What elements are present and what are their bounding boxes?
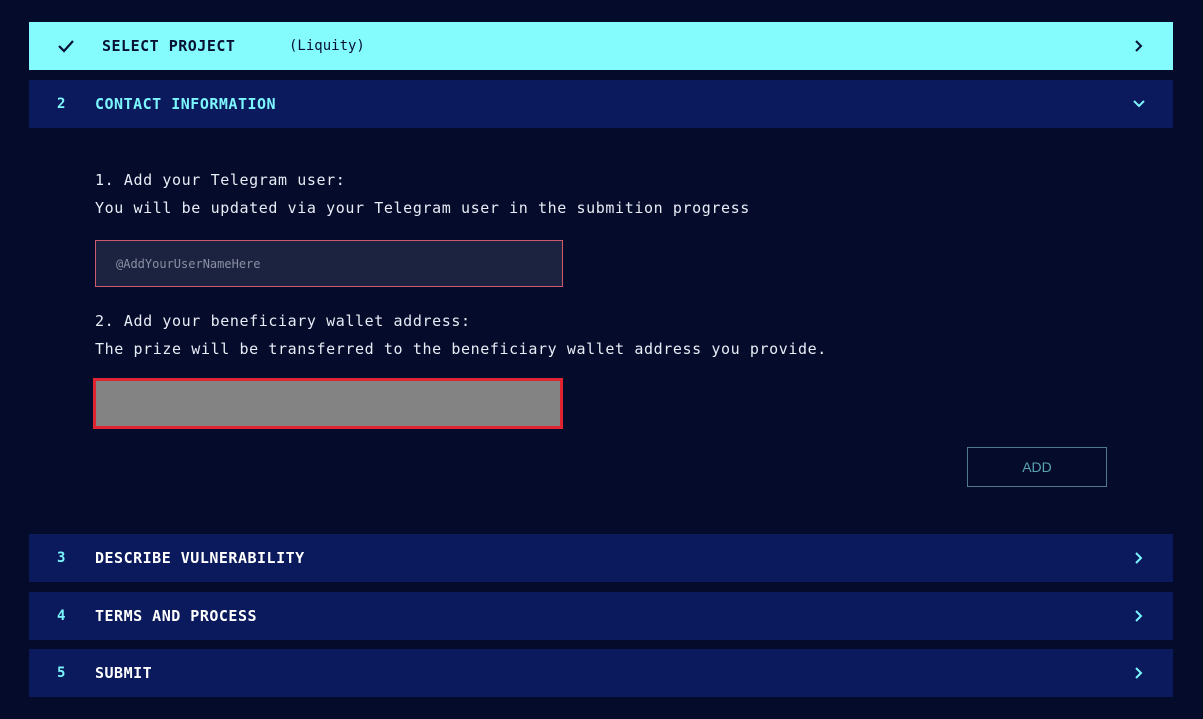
step-label: DESCRIBE VULNERABILITY	[95, 549, 305, 567]
telegram-title: 1. Add your Telegram user:	[95, 171, 346, 189]
contact-information-panel: 1. Add your Telegram user: You will be u…	[29, 128, 1173, 526]
chevron-down-icon	[1133, 100, 1145, 108]
step-label: TERMS AND PROCESS	[95, 607, 258, 625]
chevron-right-icon	[1135, 552, 1143, 564]
step-contact-information[interactable]: 2 CONTACT INFORMATION	[29, 80, 1173, 128]
check-icon	[58, 40, 74, 53]
step-label: SELECT PROJECT	[102, 37, 236, 55]
wallet-title: 2. Add your beneficiary wallet address:	[95, 312, 471, 330]
telegram-description: You will be updated via your Telegram us…	[95, 199, 750, 217]
step-label: SUBMIT	[95, 664, 153, 682]
selected-project-name: (Liquity)	[289, 38, 365, 54]
step-describe-vulnerability[interactable]: 3 DESCRIBE VULNERABILITY	[29, 534, 1173, 582]
telegram-input[interactable]	[95, 240, 563, 287]
chevron-right-icon	[1135, 610, 1143, 622]
step-number: 5	[57, 665, 66, 681]
step-number: 4	[57, 608, 66, 624]
wallet-address-input[interactable]	[93, 378, 563, 429]
chevron-right-icon	[1135, 667, 1143, 679]
chevron-right-icon	[1135, 40, 1143, 52]
step-number: 3	[57, 550, 66, 566]
add-button[interactable]: ADD	[967, 447, 1107, 487]
step-select-project[interactable]: SELECT PROJECT (Liquity)	[29, 22, 1173, 70]
step-label: CONTACT INFORMATION	[95, 95, 277, 113]
step-number: 2	[57, 96, 66, 112]
step-terms-and-process[interactable]: 4 TERMS AND PROCESS	[29, 592, 1173, 640]
wallet-description: The prize will be transferred to the ben…	[95, 340, 827, 358]
step-submit[interactable]: 5 SUBMIT	[29, 649, 1173, 697]
